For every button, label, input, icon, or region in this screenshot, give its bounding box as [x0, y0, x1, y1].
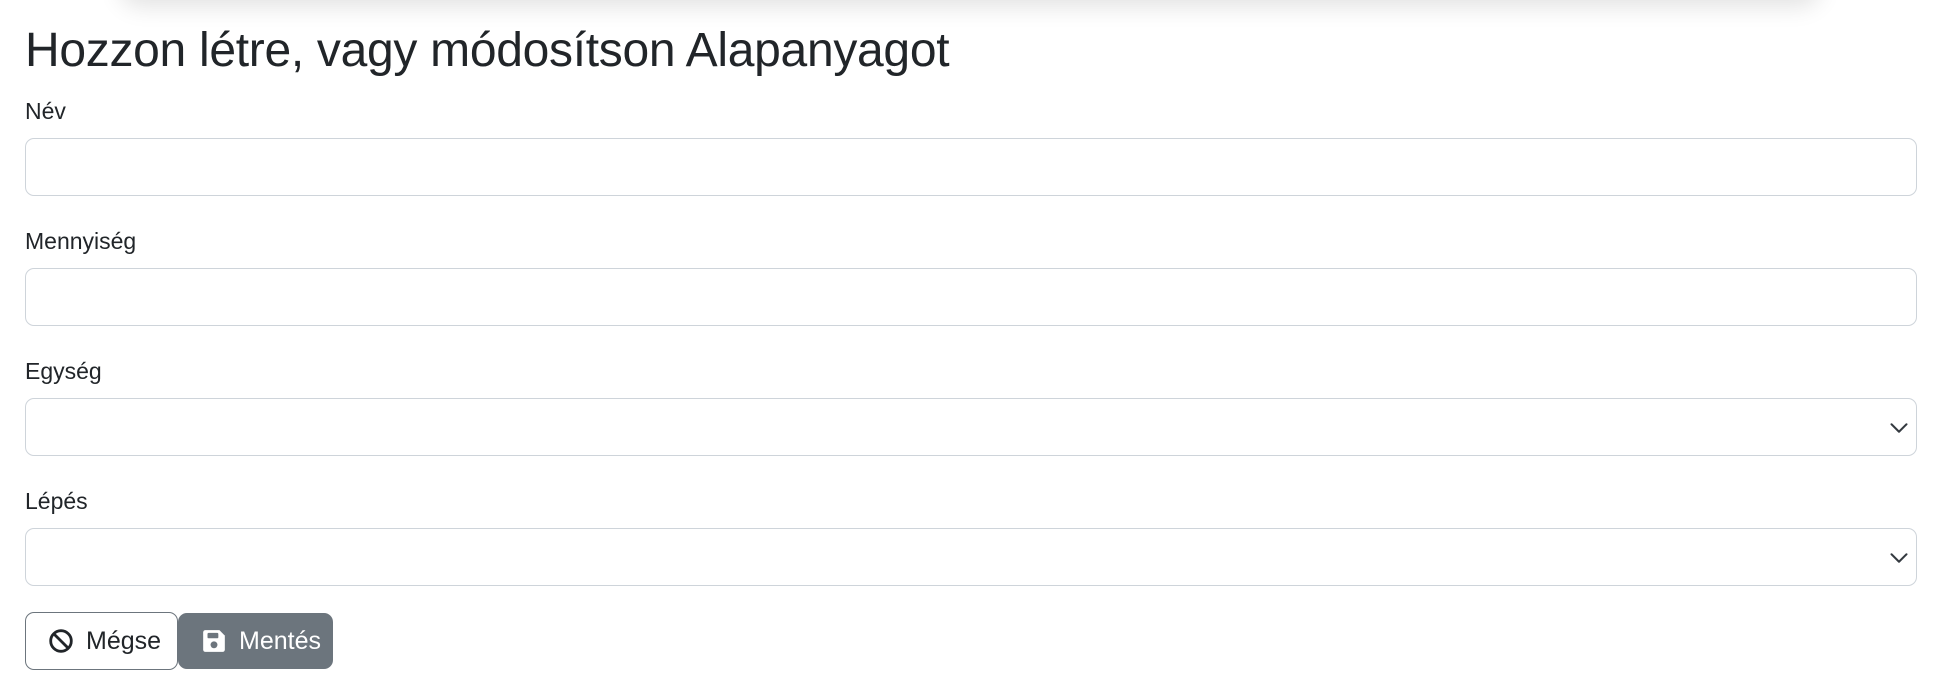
- name-label: Név: [25, 98, 66, 124]
- form-group-quantity: Mennyiség: [25, 227, 1917, 326]
- name-input[interactable]: [25, 138, 1917, 196]
- unit-select-wrapper: [25, 398, 1917, 456]
- quantity-input[interactable]: [25, 268, 1917, 326]
- cancel-button[interactable]: Mégse: [25, 612, 178, 670]
- unit-label: Egység: [25, 358, 102, 384]
- step-select[interactable]: [25, 528, 1917, 586]
- ban-icon: [48, 628, 74, 654]
- form-group-name: Név: [25, 97, 1917, 196]
- step-label: Lépés: [25, 488, 88, 514]
- floppy-disk-icon: [201, 628, 227, 654]
- chevron-down-icon: [1890, 423, 1908, 433]
- form-group-step: Lépés: [25, 487, 1917, 586]
- quantity-label: Mennyiség: [25, 228, 137, 254]
- unit-select[interactable]: [25, 398, 1917, 456]
- save-button-label: Mentés: [239, 626, 321, 655]
- save-button[interactable]: Mentés: [178, 613, 333, 669]
- step-select-wrapper: [25, 528, 1917, 586]
- form-group-unit: Egység: [25, 357, 1917, 456]
- cancel-button-label: Mégse: [86, 626, 162, 655]
- form-container: Hozzon létre, vagy módosítson Alapanyago…: [25, 22, 1917, 670]
- form-actions: Mégse Mentés: [25, 612, 333, 670]
- chevron-down-icon: [1890, 553, 1908, 563]
- page-title: Hozzon létre, vagy módosítson Alapanyago…: [25, 24, 950, 77]
